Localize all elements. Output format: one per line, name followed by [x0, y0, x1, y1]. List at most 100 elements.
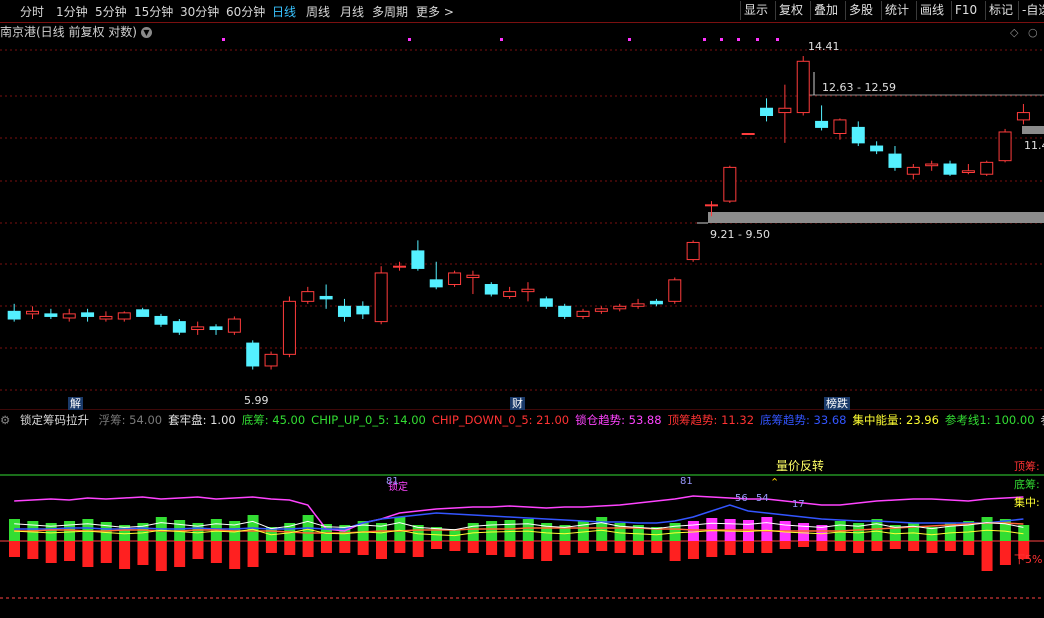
down-bar-9	[174, 541, 186, 567]
candle-body-37	[686, 241, 700, 261]
down-bar-11	[210, 541, 222, 563]
candle-body-52	[961, 170, 975, 173]
down-bar-23	[431, 541, 443, 549]
candle-body-46	[851, 126, 865, 144]
chip-bar-47	[871, 519, 883, 541]
indicator-value-3: CHIP_UP_0_5: 14.00	[311, 413, 426, 427]
indicator-value-8: 集中能量: 23.96	[852, 413, 939, 427]
down-bar-17	[320, 541, 332, 553]
candle-body-48	[888, 153, 902, 168]
event-tag-finance[interactable]: 财	[510, 397, 525, 410]
candle-body-45	[833, 119, 847, 135]
down-bar-13	[247, 541, 259, 567]
candle-body-17	[319, 295, 333, 300]
down-bar-0	[9, 541, 20, 557]
down-bar-36	[669, 541, 681, 561]
down-bar-7	[137, 541, 149, 565]
chip-bar-41	[761, 517, 773, 541]
label-zone-upper: 12.63 - 12.59	[822, 81, 896, 94]
down-bar-32	[596, 541, 608, 551]
candle-body-34	[631, 303, 645, 307]
indicator-value-7: 底筹趋势: 33.68	[760, 413, 847, 427]
candle-body-33	[613, 305, 627, 310]
down-bar-46	[853, 541, 865, 553]
candle-body-49	[906, 166, 920, 175]
down-bar-47	[871, 541, 883, 551]
gear-icon[interactable]: ⚙	[0, 413, 10, 427]
candle-body-3	[62, 313, 76, 319]
down-bar-50	[926, 541, 938, 553]
marker-4: 17	[792, 499, 805, 510]
indicator-value-9: 参考线1: 100.00	[944, 413, 1035, 427]
down-bar-19	[357, 541, 369, 555]
down-bar-10	[192, 541, 204, 559]
candle-body-4	[81, 312, 95, 317]
candle-body-44	[815, 120, 829, 128]
down-bar-24	[449, 541, 461, 551]
down-bar-12	[229, 541, 241, 569]
down-bar-28	[522, 541, 534, 559]
right-label-2: 集中:	[1014, 495, 1040, 509]
circle-icon: ○	[1028, 26, 1038, 39]
chip-bar-21	[394, 517, 406, 541]
down-bar-33	[614, 541, 626, 553]
down-bar-25	[467, 541, 479, 553]
marker-0: 81	[386, 476, 399, 487]
chip-bar-49	[908, 523, 920, 541]
signal-up-icon: ⌃	[770, 476, 779, 489]
label-zone-lower: 9.21 - 9.50	[710, 228, 770, 241]
candle-body-22	[411, 250, 425, 269]
down-bar-54	[999, 541, 1011, 565]
event-tag-dragon-tiger[interactable]: 榜跌	[824, 397, 850, 410]
indicator-value-4: CHIP_DOWN_0_5: 21.00	[431, 413, 570, 427]
marker-2: 56	[735, 493, 748, 504]
indicator-value-2: 底筹: 45.00	[241, 413, 306, 427]
candle-body-42	[778, 107, 792, 114]
candle-body-29	[539, 298, 553, 307]
candle-body-11	[209, 326, 223, 331]
candle-body-36	[668, 279, 682, 302]
event-tag-unlock[interactable]: 解	[68, 397, 83, 410]
indicator-value-5: 锁仓趋势: 53.88	[575, 413, 662, 427]
indicator-legend: ⚙ 锁定筹码拉升 浮筹: 54.00 套牢盘: 1.00 底筹: 45.00 CHIP…	[0, 412, 1044, 428]
down-bar-39	[724, 541, 736, 555]
right-label-1: 底筹:	[1014, 477, 1040, 491]
candle-body-51	[943, 163, 957, 175]
right-label-3: 下5%	[1014, 553, 1042, 566]
label-low: 5.99	[244, 394, 269, 407]
candle-body-26	[484, 284, 498, 295]
candle-body-25	[466, 274, 480, 279]
candle-body-2	[44, 313, 58, 317]
indicator-value-0: 浮筹: 54.00	[98, 413, 163, 427]
down-bar-15	[284, 541, 296, 555]
candle-body-12	[227, 318, 241, 333]
candle-body-24	[448, 272, 462, 286]
label-high: 14.41	[808, 40, 840, 53]
candle-body-54	[998, 131, 1012, 162]
chip-bar-0	[9, 519, 20, 541]
signal-dot-2	[500, 38, 503, 41]
candle-body-10	[191, 326, 205, 331]
candle-body-28	[521, 288, 535, 293]
down-bar-43	[798, 541, 810, 547]
candle-body-23	[429, 279, 443, 288]
indicator-name[interactable]: 锁定筹码拉升	[20, 413, 89, 427]
label-right-edge: 11.4	[1024, 139, 1044, 152]
signal-dot-5	[720, 38, 723, 41]
down-bar-16	[302, 541, 314, 557]
down-bar-38	[706, 541, 718, 557]
candle-body-55	[1016, 112, 1030, 121]
candle-body-6	[117, 312, 131, 320]
diamond-icon: ◇	[1010, 26, 1019, 39]
candle-body-47	[870, 145, 884, 152]
support-zone	[708, 212, 1044, 223]
candle-body-31	[576, 310, 590, 317]
down-bar-42	[779, 541, 791, 549]
candle-body-41	[760, 107, 774, 116]
down-bar-21	[394, 541, 406, 553]
down-bar-18	[339, 541, 351, 553]
down-bar-26	[486, 541, 498, 555]
down-bar-1	[27, 541, 39, 559]
candle-body-43	[796, 60, 810, 114]
candle-body-27	[503, 291, 517, 297]
